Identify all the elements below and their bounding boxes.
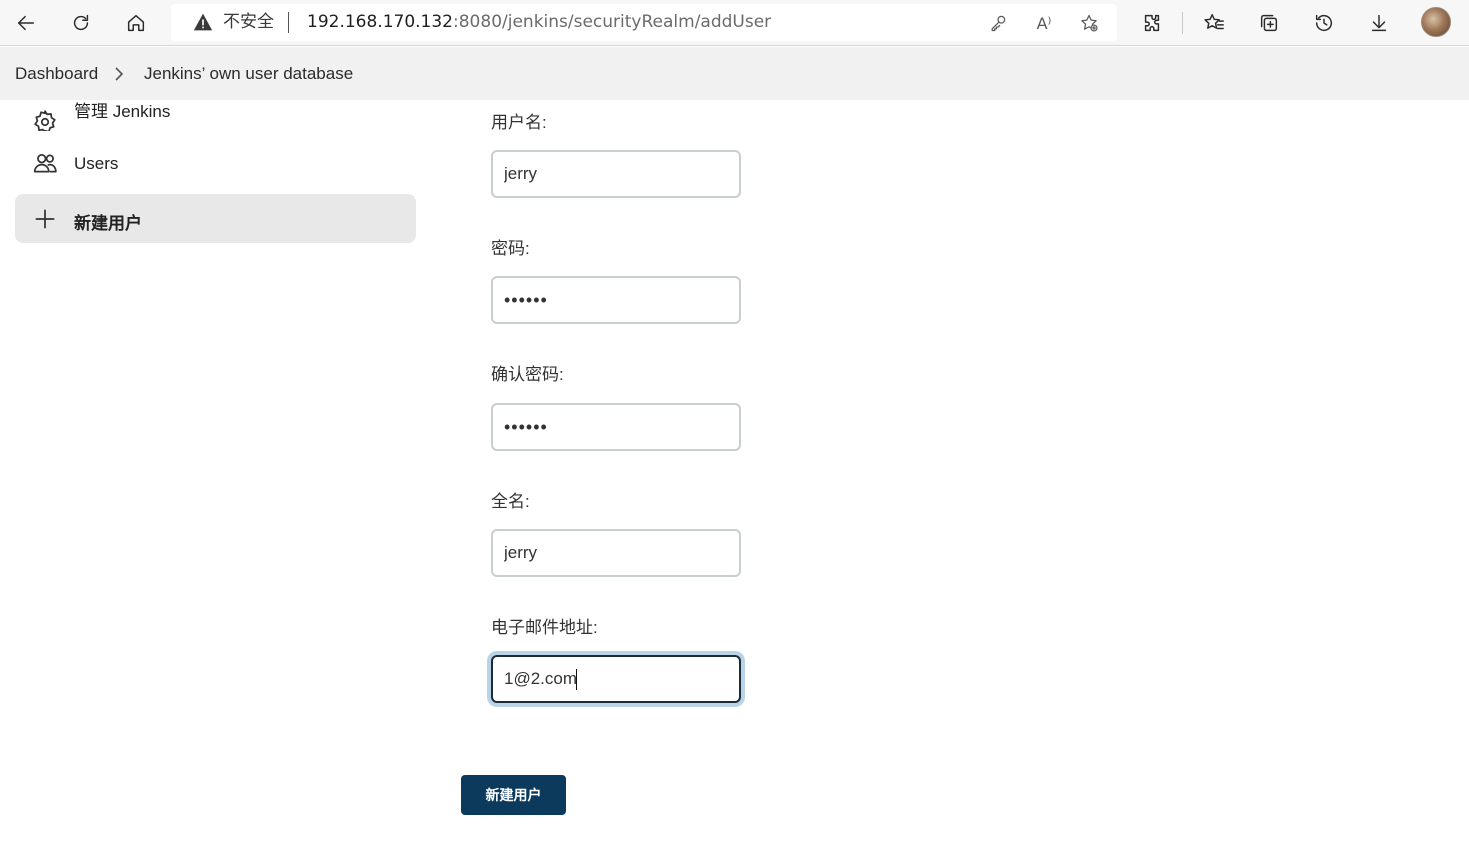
back-button[interactable] [8, 5, 44, 41]
extensions-button[interactable] [1134, 5, 1170, 41]
breadcrumb-dashboard[interactable]: Dashboard [15, 64, 98, 84]
confirm-password-input[interactable] [491, 403, 741, 451]
history-icon [1315, 14, 1333, 32]
home-button[interactable] [118, 5, 154, 41]
create-user-button[interactable]: 新建用户 [461, 775, 566, 815]
read-aloud-icon[interactable]: A⁾ [1031, 10, 1057, 36]
favorites-button[interactable] [1196, 5, 1232, 41]
favorites-icon [1204, 14, 1224, 30]
url-host: 192.168.170.132 [307, 12, 454, 32]
read-aloud-glyph: A⁾ [1036, 13, 1052, 33]
browser-toolbar: 不安全 192.168.170.132:8080/jenkins/securit… [0, 0, 1469, 46]
email-input[interactable] [491, 655, 741, 703]
toolbar-divider [1182, 12, 1183, 34]
confirm-password-label: 确认密码: [491, 365, 564, 384]
gear-icon [30, 107, 60, 131]
chevron-right-icon [112, 66, 126, 82]
sidebar-item-new-user[interactable]: 新建用户 [15, 194, 416, 243]
breadcrumb: Dashboard Jenkins’ own user database [0, 47, 1469, 100]
address-bar[interactable]: 不安全 192.168.170.132:8080/jenkins/securit… [171, 4, 1117, 41]
downloads-button[interactable] [1361, 5, 1397, 41]
refresh-icon [73, 14, 89, 31]
extensions-icon [1144, 14, 1160, 32]
username-input[interactable] [491, 150, 741, 198]
warning-icon[interactable] [193, 12, 213, 32]
password-label: 密码: [491, 239, 530, 258]
fullname-label: 全名: [491, 492, 530, 511]
key-icon[interactable] [985, 10, 1011, 36]
collections-button[interactable] [1251, 5, 1287, 41]
sidebar-item-label: 新建用户 [74, 214, 142, 233]
downloads-icon [1371, 14, 1387, 32]
breadcrumb-user-database[interactable]: Jenkins’ own user database [144, 64, 353, 84]
text-caret [576, 669, 577, 690]
home-icon [127, 14, 145, 32]
collections-icon [1260, 14, 1278, 32]
url-path: :8080/jenkins/securityRealm/addUser [453, 12, 772, 32]
refresh-button[interactable] [63, 5, 99, 41]
users-icon [30, 148, 60, 178]
fullname-input[interactable] [491, 529, 741, 577]
add-favorite-icon[interactable] [1076, 10, 1102, 36]
profile-avatar[interactable] [1421, 7, 1451, 37]
username-label: 用户名: [491, 113, 547, 132]
back-icon [17, 15, 35, 31]
url-separator [288, 12, 289, 33]
plus-icon [30, 204, 60, 234]
sidebar-item-label: Users [74, 154, 119, 173]
url-text[interactable]: 192.168.170.132:8080/jenkins/securityRea… [307, 12, 771, 32]
sidebar-item-label: 管理 Jenkins [74, 102, 171, 121]
password-input[interactable] [491, 276, 741, 324]
sidebar-item-users[interactable]: Users [15, 139, 416, 188]
history-button[interactable] [1306, 5, 1342, 41]
email-label: 电子邮件地址: [491, 618, 598, 637]
security-label[interactable]: 不安全 [223, 12, 274, 32]
